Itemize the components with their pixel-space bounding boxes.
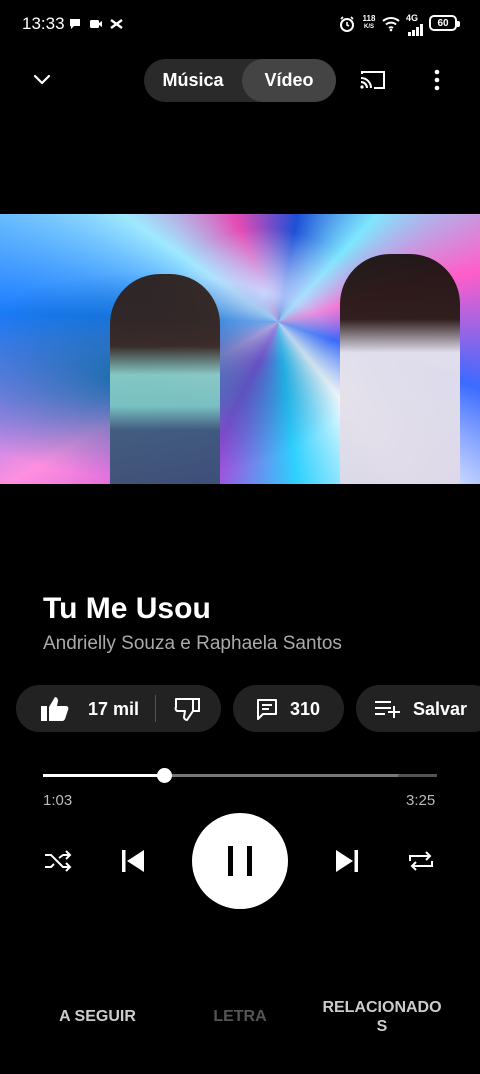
capcut-icon (109, 15, 124, 33)
repeat-icon (409, 851, 433, 871)
like-count: 17 mil (88, 699, 140, 719)
more-options-button[interactable] (426, 66, 448, 94)
video-call-icon (89, 15, 103, 33)
pill-divider (155, 695, 156, 722)
tab-related-line1: RELACIONADO (322, 999, 442, 1016)
status-time: 13:33 (22, 14, 65, 33)
collapse-button[interactable] (28, 66, 56, 94)
tab-related-line2: S (376, 1018, 388, 1035)
comment-count: 310 (290, 699, 321, 719)
save-button[interactable]: Salvar (356, 685, 480, 732)
battery-indicator: 60 (429, 15, 460, 31)
video-player[interactable] (0, 214, 480, 484)
status-bar: 13:33 118 K/S 4G 60 (0, 0, 480, 48)
wifi-icon (382, 15, 400, 33)
chevron-down-icon (33, 74, 51, 85)
current-time: 1:03 (43, 792, 73, 809)
comment-icon (255, 697, 279, 721)
thumbs-down-icon (174, 698, 200, 721)
progress-handle[interactable] (157, 768, 172, 783)
video-singer-left (110, 274, 220, 484)
skip-previous-icon (122, 850, 144, 872)
playlist-add-icon (374, 698, 402, 720)
video-singer-right (340, 254, 460, 484)
signal-icon (407, 21, 425, 39)
comments-button[interactable]: 310 (233, 685, 344, 732)
tab-up-next[interactable]: A SEGUIR (40, 1008, 155, 1026)
tab-video[interactable]: Vídeo (242, 59, 336, 102)
dislike-button[interactable] (174, 696, 202, 722)
progress-fill (43, 774, 164, 777)
song-title: Tu Me Usou (43, 592, 211, 625)
cast-button[interactable] (358, 66, 388, 94)
shuffle-icon (45, 850, 72, 872)
tab-lyrics[interactable]: LETRA (190, 1008, 290, 1026)
chat-icon (68, 15, 82, 33)
like-dislike-pill: 17 mil (16, 685, 221, 732)
thumbs-up-icon (41, 697, 69, 721)
duration: 3:25 (406, 792, 436, 809)
tab-music[interactable]: Música (144, 59, 242, 102)
alarm-icon (339, 15, 355, 33)
song-artist[interactable]: Andrielly Souza e Raphaela Santos (43, 633, 342, 655)
play-pause-button[interactable] (192, 813, 288, 909)
previous-button[interactable] (117, 836, 149, 886)
more-vert-icon (434, 69, 440, 91)
tab-related[interactable]: RELACIONADO S (322, 998, 442, 1036)
pause-icon (228, 846, 252, 876)
next-button[interactable] (331, 836, 363, 886)
like-button[interactable] (40, 696, 70, 722)
cast-icon (360, 71, 385, 89)
shuffle-button[interactable] (42, 836, 74, 886)
save-label: Salvar (413, 699, 468, 719)
repeat-button[interactable] (405, 836, 437, 886)
skip-next-icon (336, 850, 358, 872)
network-speed: 118 K/S (362, 14, 376, 31)
